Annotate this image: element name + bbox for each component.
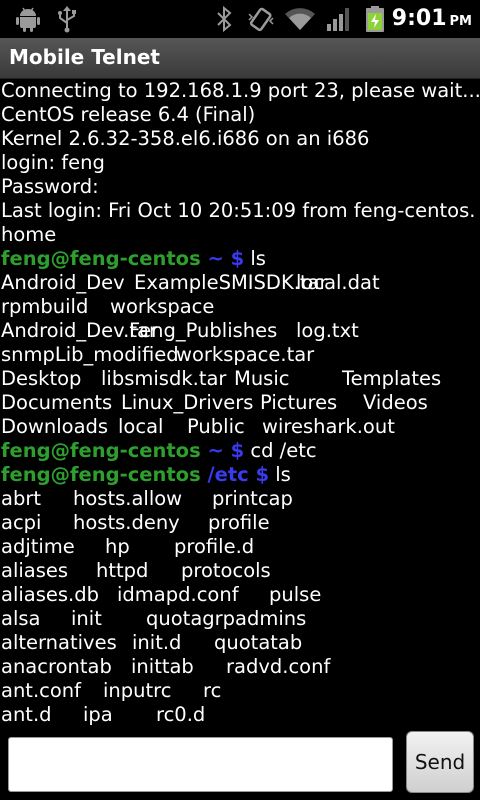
- file-entry: radvd.conf: [226, 655, 331, 678]
- terminal-text: cd /etc: [244, 439, 317, 462]
- file-entry: inputrc: [103, 679, 172, 702]
- battery-charging-icon: [366, 6, 384, 32]
- file-entry: adjtime: [1, 535, 75, 558]
- file-entry: Videos: [363, 391, 428, 414]
- file-entry: quotagrpadmins: [146, 607, 307, 630]
- app-title: Mobile Telnet: [9, 45, 160, 69]
- title-bar: Mobile Telnet: [0, 38, 480, 79]
- terminal-line: login: feng: [1, 151, 105, 175]
- file-entry: init.d: [132, 631, 182, 654]
- file-entry: idmapd.conf: [117, 583, 239, 606]
- prompt-user: feng@feng-centos: [1, 439, 201, 462]
- prompt-path: ~ $: [200, 439, 245, 462]
- clock: 9:01 PM: [391, 6, 472, 31]
- file-entry: Templates: [342, 367, 442, 390]
- file-entry: Feng_Publishes: [129, 319, 278, 342]
- file-entry: workspace.tar: [176, 343, 315, 366]
- file-entry: workspace: [110, 295, 215, 318]
- file-entry: profile: [208, 511, 270, 534]
- file-entry: Documents: [1, 391, 113, 414]
- terminal-line: Kernel 2.6.32-358.el6.i686 on an i686: [1, 127, 369, 151]
- terminal-text: login: feng: [1, 151, 105, 174]
- send-button[interactable]: Send: [406, 731, 474, 793]
- file-entry: log.txt: [296, 319, 359, 342]
- file-entry: httpd: [96, 559, 149, 582]
- file-entry: rc: [203, 679, 222, 702]
- prompt-path: ~ $: [200, 247, 245, 270]
- terminal-line: CentOS release 6.4 (Final): [1, 103, 255, 127]
- file-entry: anacrontab: [1, 655, 112, 678]
- file-entry: acpi: [1, 511, 42, 534]
- file-entry: aliases: [1, 559, 69, 582]
- file-entry: protocols: [181, 559, 271, 582]
- prompt-path: /etc $: [200, 463, 270, 486]
- file-entry: profile.d: [174, 535, 255, 558]
- input-bar: Send: [0, 725, 480, 800]
- file-entry: alsa: [1, 607, 41, 630]
- file-entry: libsmisdk.tar: [101, 367, 227, 390]
- file-entry: hosts.deny: [73, 511, 180, 534]
- terminal-text: Last login: Fri Oct 10 20:51:09 from fen…: [1, 199, 476, 222]
- terminal-text: CentOS release 6.4 (Final): [1, 103, 256, 126]
- file-entry: init: [71, 607, 102, 630]
- prompt-user: feng@feng-centos: [1, 247, 201, 270]
- terminal-text: ls: [244, 247, 266, 270]
- terminal-line: feng@feng-centos /etc $ ls: [1, 463, 291, 487]
- terminal-line: Last login: Fri Oct 10 20:51:09 from fen…: [1, 199, 475, 223]
- file-entry: rc0.d: [156, 703, 206, 725]
- file-entry: hp: [105, 535, 130, 558]
- file-entry: printcap: [212, 487, 293, 510]
- android-debug-icon: [16, 7, 40, 32]
- terminal-line: Connecting to 192.168.1.9 port 23, pleas…: [1, 79, 480, 103]
- file-entry: rpmbuild: [1, 295, 89, 318]
- file-entry: Public: [187, 415, 245, 438]
- file-entry: ant.conf: [1, 679, 82, 702]
- file-entry: Android_Dev: [1, 271, 125, 294]
- status-bar: 9:01 PM: [0, 0, 480, 38]
- terminal-line: home: [1, 223, 56, 247]
- wifi-icon: [285, 8, 315, 30]
- file-entry: aliases.db: [1, 583, 100, 606]
- file-entry: hosts.allow: [73, 487, 183, 510]
- file-entry: ipa: [83, 703, 113, 725]
- terminal-text: Password:: [1, 175, 99, 198]
- terminal-output: Connecting to 192.168.1.9 port 23, pleas…: [0, 79, 480, 725]
- bluetooth-icon: [217, 5, 232, 33]
- terminal-text: Kernel 2.6.32-358.el6.i686 on an i686: [1, 127, 370, 150]
- file-entry: Downloads: [1, 415, 109, 438]
- terminal-line: feng@feng-centos ~ $ cd /etc: [1, 439, 317, 463]
- terminal-text: ls: [269, 463, 291, 486]
- file-entry: Desktop: [1, 367, 82, 390]
- vibrate-icon: [248, 7, 274, 32]
- terminal-line: Password:: [1, 175, 99, 199]
- file-entry: inittab: [131, 655, 194, 678]
- file-entry: Linux_Drivers: [121, 391, 254, 414]
- file-entry: quotatab: [214, 631, 303, 654]
- file-entry: pulse: [269, 583, 322, 606]
- file-entry: alternatives: [1, 631, 117, 654]
- prompt-user: feng@feng-centos: [1, 463, 201, 486]
- file-entry: local: [118, 415, 164, 438]
- terminal-text: home: [1, 223, 57, 246]
- command-input[interactable]: [8, 737, 393, 792]
- signal-icon: [327, 8, 349, 31]
- file-entry: Music: [234, 367, 290, 390]
- file-entry: ant.d: [1, 703, 52, 725]
- file-entry: Pictures: [260, 391, 338, 414]
- terminal-line: feng@feng-centos ~ $ ls: [1, 247, 266, 271]
- terminal-text: Connecting to 192.168.1.9 port 23, pleas…: [1, 79, 480, 102]
- file-entry: snmpLib_modified: [1, 343, 179, 366]
- file-entry: wireshark.out: [262, 415, 395, 438]
- file-entry: local.dat: [296, 271, 380, 294]
- usb-icon: [58, 6, 76, 33]
- file-entry: abrt: [1, 487, 41, 510]
